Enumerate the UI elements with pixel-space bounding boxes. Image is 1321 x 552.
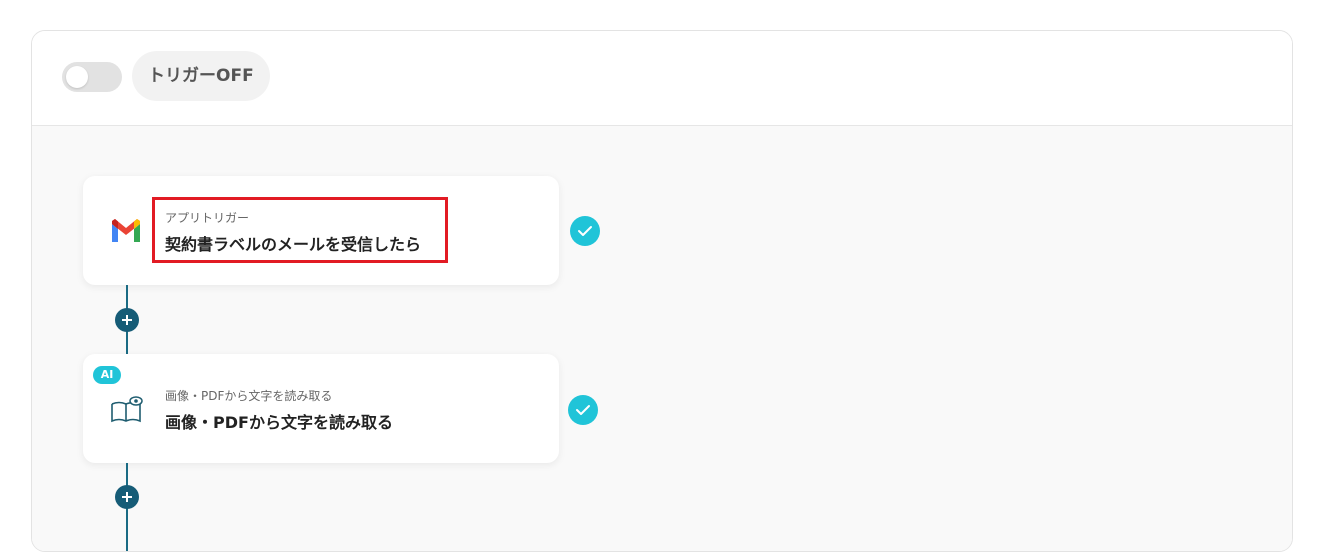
step-title: 画像・PDFから文字を読み取る bbox=[165, 413, 393, 432]
flow-canvas: アプリトリガー 契約書ラベルのメールを受信したら 画像・PDFから文字を読み取る… bbox=[32, 126, 1292, 551]
ocr-book-eye-icon bbox=[109, 394, 143, 424]
step-subtitle: 画像・PDFから文字を読み取る bbox=[165, 389, 333, 403]
step-complete-check-icon bbox=[570, 216, 600, 246]
toggle-knob bbox=[66, 66, 88, 88]
add-step-button[interactable] bbox=[115, 485, 139, 509]
trigger-status-label: トリガーOFF bbox=[132, 51, 270, 101]
trigger-toggle[interactable] bbox=[62, 62, 122, 92]
flow-panel: トリガーOFF アプリトリガー 契約書ラベルのメールを受信したら 画像・PDFか… bbox=[31, 30, 1293, 552]
step-card-ocr[interactable]: 画像・PDFから文字を読み取る 画像・PDFから文字を読み取る bbox=[83, 354, 559, 463]
step-complete-check-icon bbox=[568, 395, 598, 425]
ai-badge: AI bbox=[93, 366, 121, 384]
panel-header: トリガーOFF bbox=[32, 31, 1292, 126]
add-step-button[interactable] bbox=[115, 308, 139, 332]
step-card-app-trigger[interactable]: アプリトリガー 契約書ラベルのメールを受信したら bbox=[83, 176, 559, 285]
highlight-box bbox=[152, 197, 448, 263]
gmail-icon bbox=[109, 216, 143, 246]
